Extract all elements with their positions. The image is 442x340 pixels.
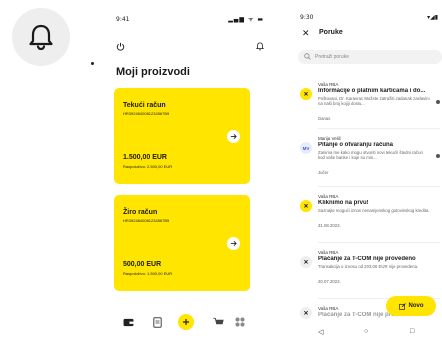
bullet-dot bbox=[91, 62, 94, 65]
search-input[interactable]: Pretraži poruke bbox=[298, 50, 442, 64]
products-screen: 9:41 ▂▄▆ ᯤ ▬ Moji proizvodi Tekući račun… bbox=[110, 14, 270, 340]
divider bbox=[318, 242, 440, 243]
account-iban: HR3924840081234567B9 bbox=[123, 218, 170, 223]
page-title: Moji proizvodi bbox=[116, 66, 190, 78]
status-bar: 9:30 ▾◢▮ bbox=[296, 14, 442, 24]
page-title: Poruke bbox=[319, 29, 343, 36]
grid-icon[interactable] bbox=[234, 316, 246, 328]
message-date: 20.07.2023. bbox=[318, 279, 341, 284]
arrow-right-icon bbox=[230, 134, 237, 139]
account-name: Žiro račun bbox=[123, 209, 158, 216]
account-balance: 1.500,00 EUR bbox=[123, 154, 167, 161]
sender-avatar: ✕ bbox=[300, 200, 312, 212]
sender-avatar: ✕ bbox=[300, 256, 312, 268]
message-date: Danas bbox=[318, 116, 331, 121]
add-button[interactable] bbox=[178, 314, 194, 330]
account-card[interactable]: Tekući račun HR3924840081234567B9 1.500,… bbox=[114, 88, 250, 184]
document-icon[interactable] bbox=[151, 316, 163, 328]
bottom-navigation bbox=[122, 314, 246, 332]
sender-avatar: ✕ bbox=[300, 307, 312, 319]
account-available: Raspoloživo: 1.500,00 EUR bbox=[123, 271, 173, 276]
power-icon[interactable] bbox=[116, 42, 125, 51]
search-icon bbox=[304, 53, 311, 60]
wallet-icon[interactable] bbox=[122, 316, 134, 328]
cart-icon[interactable] bbox=[212, 316, 224, 328]
back-icon[interactable]: ◁ bbox=[318, 328, 323, 336]
account-available: Raspoloživo: 2.500,00 EUR bbox=[123, 164, 173, 169]
divider bbox=[318, 186, 440, 187]
account-name: Tekući račun bbox=[123, 102, 166, 109]
status-bar: 9:41 ▂▄▆ ᯤ ▬ bbox=[110, 14, 270, 24]
new-message-button[interactable]: Novo bbox=[386, 296, 436, 316]
top-bar bbox=[116, 42, 264, 56]
unread-dot bbox=[436, 154, 440, 158]
status-time: 9:41 bbox=[116, 16, 130, 23]
status-time: 9:30 bbox=[300, 14, 314, 21]
plus-icon bbox=[183, 319, 189, 325]
message-item[interactable]: MV Marija Velič Pitanje o otvaranju raču… bbox=[296, 136, 442, 186]
bell-icon[interactable] bbox=[256, 42, 264, 51]
message-sender: Vaša RBA bbox=[318, 82, 339, 87]
status-icons: ▾◢▮ bbox=[427, 14, 438, 21]
bell-icon bbox=[29, 24, 53, 51]
open-account-button[interactable] bbox=[227, 237, 240, 250]
unread-dot bbox=[436, 100, 440, 104]
message-preview: Transakcija u iznosu od 203,00 EUR nije … bbox=[318, 264, 419, 269]
message-subject: Kliknimo na prvu! bbox=[318, 200, 369, 206]
account-iban: HR3924840081234567B9 bbox=[123, 111, 170, 116]
message-subject: Informacije o platnim karticama i do... bbox=[318, 88, 426, 94]
message-sender: Vaša RBA bbox=[318, 306, 339, 311]
system-navigation: ◁ ○ □ bbox=[314, 328, 424, 338]
home-icon[interactable]: ○ bbox=[364, 328, 368, 335]
message-sender: Marija Velič bbox=[318, 136, 342, 141]
compose-icon bbox=[398, 302, 406, 310]
notifications-bell-button[interactable] bbox=[12, 8, 70, 66]
message-date: Jučer bbox=[318, 170, 329, 175]
messages-screen: 9:30 ▾◢▮ ✕ Poruke Pretraži poruke ✕ Vaša… bbox=[296, 14, 442, 340]
account-card[interactable]: Žiro račun HR3924840081234567B9 500,00 E… bbox=[114, 195, 250, 291]
status-icons: ▂▄▆ ᯤ ▬ bbox=[228, 16, 264, 23]
recents-icon[interactable]: □ bbox=[410, 328, 414, 335]
arrow-right-icon bbox=[230, 241, 237, 246]
message-item[interactable]: ✕ Vaša RBA Plaćanje za T-COM nije proved… bbox=[296, 250, 442, 300]
close-icon[interactable]: ✕ bbox=[302, 28, 310, 39]
sender-avatar: MV bbox=[300, 142, 312, 154]
message-sender: Vaša RBA bbox=[318, 250, 339, 255]
open-account-button[interactable] bbox=[227, 130, 240, 143]
message-subject: Pitanje o otvaranju računa bbox=[318, 142, 394, 148]
sender-avatar: ✕ bbox=[300, 88, 312, 100]
messages-header: ✕ Poruke bbox=[300, 28, 438, 42]
message-preview: Poštovani, Dr. Karavrac Možete zatražiti… bbox=[318, 96, 430, 107]
account-balance: 500,00 EUR bbox=[123, 261, 162, 268]
message-subject: Plaćanje za T-COM nije provedeno bbox=[318, 256, 416, 262]
message-item[interactable]: ✕ Vaša RBA Kliknimo na prvu! Saznajte mo… bbox=[296, 194, 442, 244]
divider bbox=[318, 128, 440, 129]
message-item[interactable]: ✕ Vaša RBA Informacije o platnim kartica… bbox=[296, 82, 442, 132]
new-message-label: Novo bbox=[408, 303, 424, 309]
message-preview: Zanima me kako mogu otvoriti novi tekući… bbox=[318, 150, 423, 161]
message-sender: Vaša RBA bbox=[318, 194, 339, 199]
search-placeholder: Pretraži poruke bbox=[315, 54, 349, 60]
message-preview: Saznajte mogući iznos nenamjenskog gotov… bbox=[318, 208, 430, 213]
message-date: 31.08.2023. bbox=[318, 223, 341, 228]
